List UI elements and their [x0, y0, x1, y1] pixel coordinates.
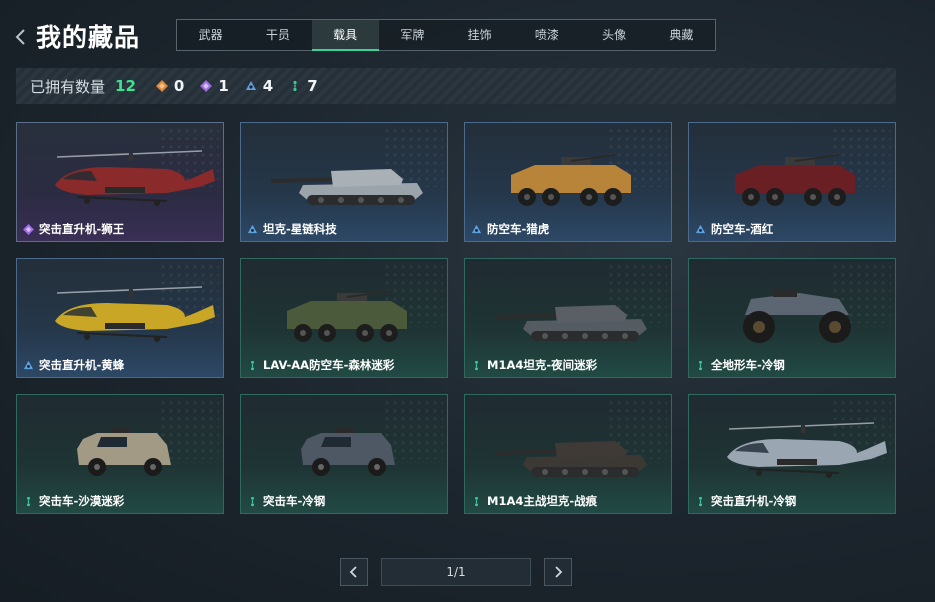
chevron-left-icon	[15, 29, 25, 45]
vehicle-card[interactable]: 防空车-猎虎	[464, 122, 672, 242]
vehicle-image	[743, 289, 851, 343]
green-dots-icon	[289, 80, 301, 92]
vehicle-name: 突击车-沙漠迷彩	[23, 493, 124, 509]
vehicle-image	[494, 305, 647, 341]
blue-triangle-icon	[23, 360, 34, 371]
rarity-count-value: 7	[307, 77, 318, 95]
vehicle-card[interactable]: 坦克-星链科技	[240, 122, 448, 242]
vehicle-name-label: 防空车-猎虎	[487, 222, 550, 236]
vehicle-name-label: M1A4坦克-夜间迷彩	[487, 358, 598, 372]
rarity-count-value: 0	[173, 77, 185, 95]
chevron-right-icon	[555, 566, 563, 578]
vehicle-name: 防空车-猎虎	[471, 221, 549, 237]
vehicle-image	[55, 150, 215, 206]
vehicle-card[interactable]: 突击车-沙漠迷彩	[16, 394, 224, 514]
category-tabs: 武器 干员 载具 军牌 挂饰 喷漆 头像 典藏	[176, 19, 716, 51]
rarity-count-value: 1	[218, 77, 229, 95]
tab-5[interactable]: 喷漆	[513, 20, 580, 50]
chevron-left-icon	[349, 566, 357, 578]
vehicle-name: M1A4主战坦克-战痕	[471, 493, 597, 509]
vehicle-name: 突击直升机-狮王	[23, 221, 124, 237]
green-dots-icon	[247, 496, 258, 507]
vehicle-name-label: 突击车-冷钢	[263, 494, 326, 508]
vehicle-name-label: 防空车-酒红	[711, 222, 774, 236]
vehicle-card[interactable]: 突击直升机-黄蜂	[16, 258, 224, 378]
next-page-button[interactable]	[544, 558, 572, 586]
vehicle-name-label: M1A4主战坦克-战痕	[487, 494, 598, 508]
tab-7[interactable]: 典藏	[648, 20, 715, 50]
vehicle-card[interactable]: 突击直升机-冷钢	[688, 394, 896, 514]
vehicle-name: 坦克-星链科技	[247, 221, 337, 237]
vehicle-image	[301, 427, 395, 476]
vehicle-name-label: 坦克-星链科技	[263, 222, 337, 236]
tab-6[interactable]: 头像	[581, 20, 648, 50]
vehicle-name: 全地形车-冷钢	[695, 357, 785, 373]
rarity-count: 7	[289, 77, 318, 95]
vehicle-name: 突击直升机-黄蜂	[23, 357, 124, 373]
vehicle-image	[735, 154, 855, 206]
vehicle-image	[77, 427, 171, 476]
blue-triangle-icon	[245, 80, 257, 92]
vehicle-card[interactable]: 突击直升机-狮王	[16, 122, 224, 242]
green-dots-icon	[695, 360, 706, 371]
vehicle-name-label: 突击直升机-冷钢	[711, 494, 797, 508]
vehicle-card[interactable]: 防空车-酒红	[688, 122, 896, 242]
vehicle-name: M1A4坦克-夜间迷彩	[471, 357, 597, 373]
page-title: 我的藏品	[36, 23, 141, 52]
green-dots-icon	[471, 496, 482, 507]
rarity-count-value: 4	[262, 77, 274, 95]
vehicle-card[interactable]: 突击车-冷钢	[240, 394, 448, 514]
prev-page-button[interactable]	[340, 558, 368, 586]
vehicle-name: 防空车-酒红	[695, 221, 773, 237]
tab-4[interactable]: 挂饰	[446, 20, 513, 50]
orange-diamond-icon	[155, 80, 168, 92]
rarity-count: 0	[155, 77, 185, 95]
page-indicator: 1/1	[381, 558, 531, 586]
tab-3[interactable]: 军牌	[379, 20, 446, 50]
green-dots-icon	[695, 496, 706, 507]
blue-triangle-icon	[247, 224, 258, 235]
rarity-count: 1	[200, 77, 229, 95]
owned-count-label: 已拥有数量	[30, 77, 106, 96]
vehicle-card[interactable]: LAV-AA防空车-森林迷彩	[240, 258, 448, 378]
vehicle-name-label: 突击车-沙漠迷彩	[39, 494, 125, 508]
tab-2[interactable]: 载具	[311, 20, 380, 51]
green-dots-icon	[23, 496, 34, 507]
vehicle-name-label: 突击直升机-黄蜂	[39, 358, 125, 372]
purple-diamond-icon	[200, 80, 213, 92]
vehicle-card[interactable]: 全地形车-冷钢	[688, 258, 896, 378]
green-dots-icon	[471, 360, 482, 371]
vehicle-card[interactable]: M1A4坦克-夜间迷彩	[464, 258, 672, 378]
vehicle-name-label: 全地形车-冷钢	[711, 358, 785, 372]
blue-triangle-icon	[471, 224, 482, 235]
vehicle-name: LAV-AA防空车-森林迷彩	[247, 357, 394, 373]
tab-0[interactable]: 武器	[177, 20, 244, 50]
vehicle-name: 突击直升机-冷钢	[695, 493, 796, 509]
owned-count-bar: 已拥有数量 12 0 1 4 7	[16, 68, 896, 104]
vehicle-image	[727, 422, 887, 478]
vehicle-name: 突击车-冷钢	[247, 493, 325, 509]
vehicle-image	[287, 290, 407, 342]
blue-triangle-icon	[695, 224, 706, 235]
tab-1[interactable]: 干员	[244, 20, 311, 50]
vehicle-image	[270, 169, 423, 205]
green-dots-icon	[247, 360, 258, 371]
owned-count-total: 12	[115, 77, 136, 95]
vehicle-image	[511, 154, 631, 206]
vehicle-name-label: 突击直升机-狮王	[39, 222, 125, 236]
collection-grid: 突击直升机-狮王 坦克-星链科技 防空车-猎虎 防空车-酒红 突击直升机-黄蜂 …	[16, 122, 896, 514]
vehicle-name-label: LAV-AA防空车-森林迷彩	[263, 358, 395, 372]
rarity-count: 4	[245, 77, 273, 95]
back-button[interactable]	[12, 26, 30, 48]
purple-diamond-icon	[23, 223, 34, 235]
vehicle-card[interactable]: M1A4主战坦克-战痕	[464, 394, 672, 514]
vehicle-image	[494, 441, 647, 477]
vehicle-image	[55, 286, 215, 342]
